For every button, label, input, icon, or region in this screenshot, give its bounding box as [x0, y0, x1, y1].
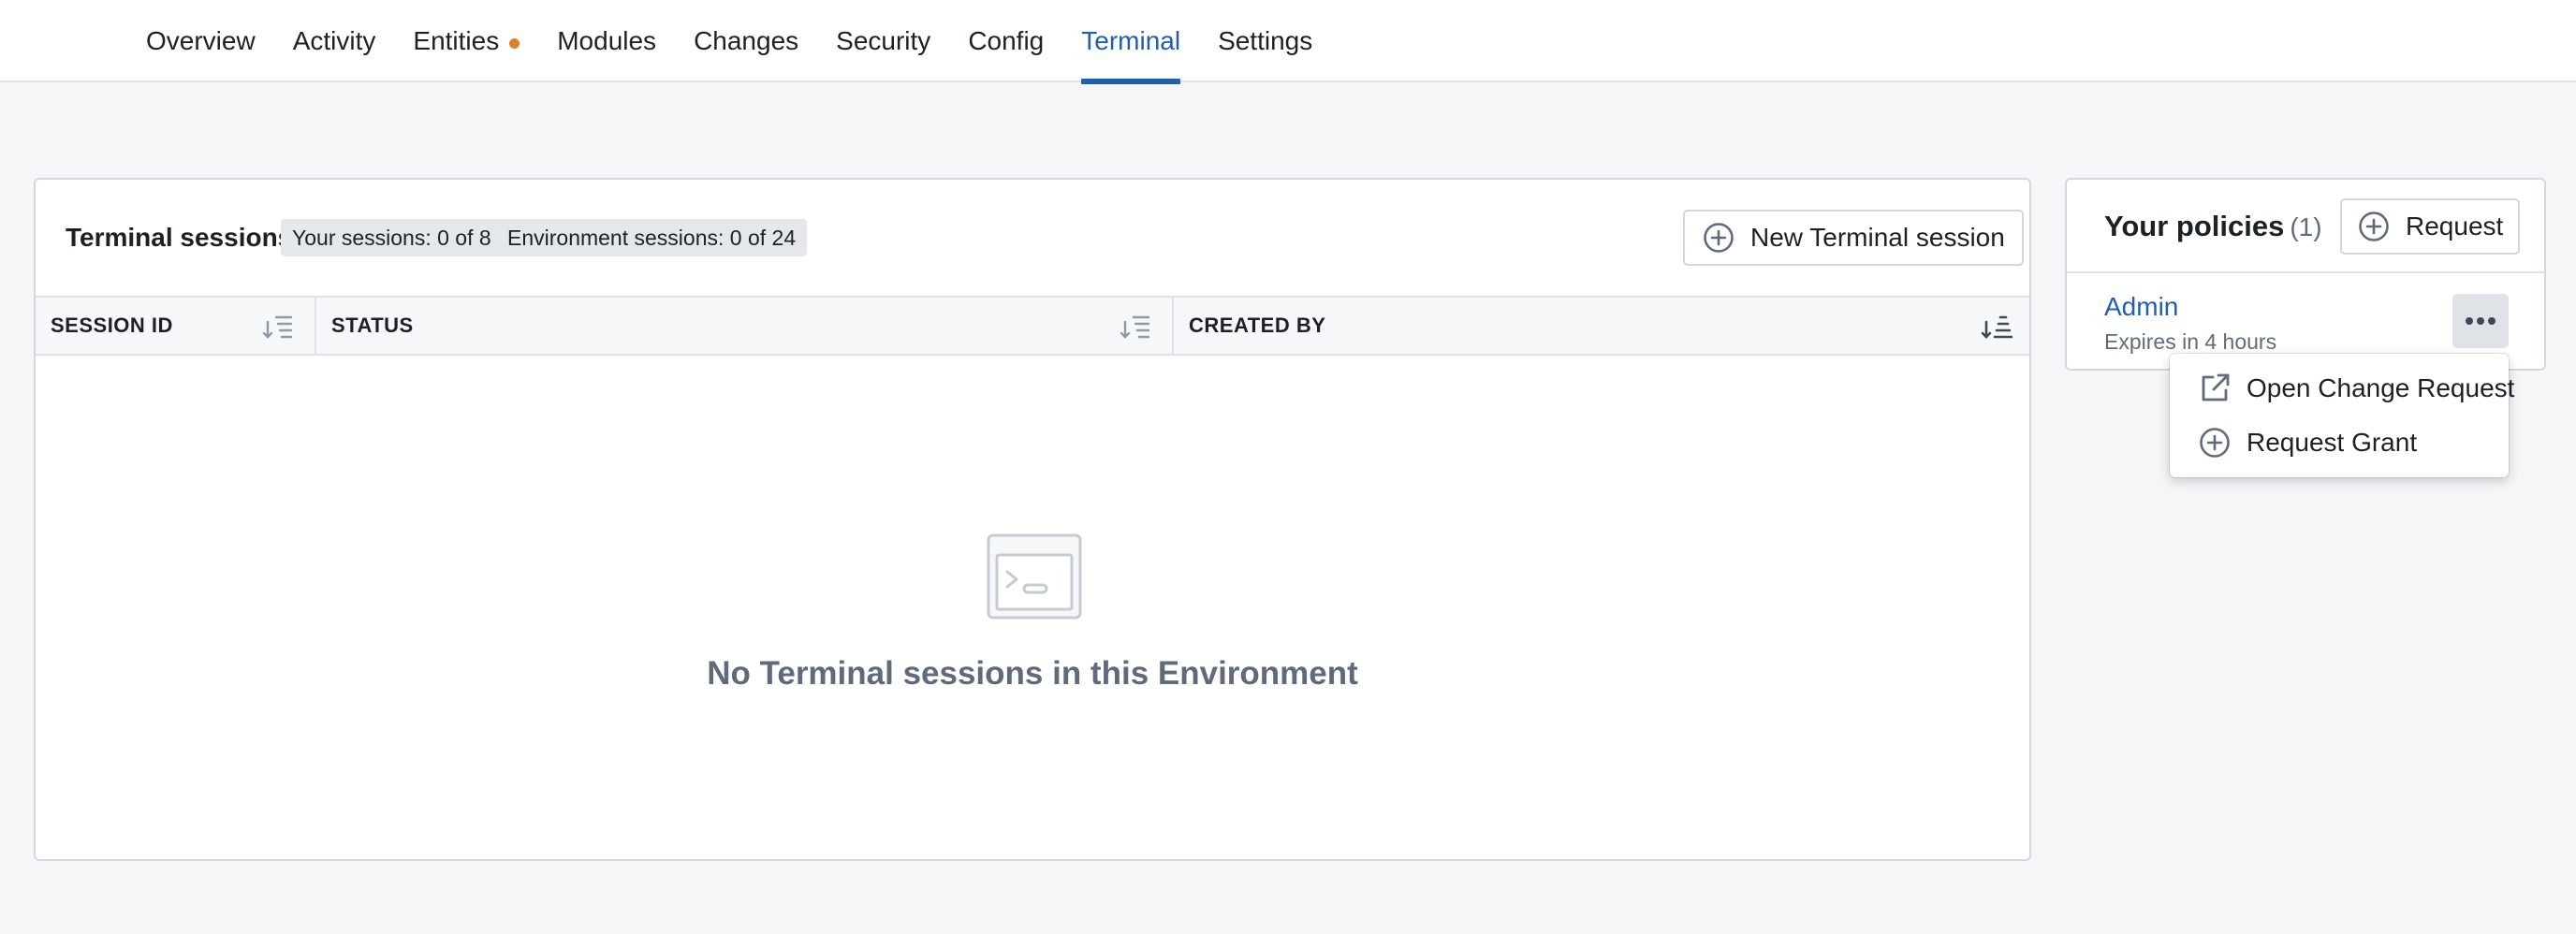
policies-title-text: Your policies [2104, 210, 2285, 242]
notification-dot [509, 37, 520, 49]
environment-sessions-tag: Environment sessions: 0 of 24 [496, 219, 808, 256]
tab-label: Settings [1218, 26, 1313, 55]
sort-ascending-icon[interactable] [1981, 313, 2012, 341]
tab-label: Terminal [1081, 26, 1181, 55]
terminal-window-icon [987, 533, 1082, 620]
sort-icon[interactable] [1120, 313, 1151, 341]
external-link-icon [2202, 373, 2230, 401]
policies-header: Your policies (1) Request [2067, 180, 2544, 273]
tab-modules[interactable]: Modules [557, 0, 656, 82]
menu-item-request-grant[interactable]: Request Grant [2179, 416, 2499, 470]
policy-name-link[interactable]: Admin [2104, 292, 2178, 322]
tab-entities[interactable]: Entities [413, 0, 520, 82]
tab-label: Config [968, 26, 1045, 55]
menu-item-open-change-request[interactable]: Open Change Request [2179, 361, 2514, 416]
terminal-sessions-panel: Terminal sessions Your sessions: 0 of 8 … [34, 178, 2031, 861]
tab-label: Changes [694, 26, 799, 55]
policies-count: (1) [2290, 212, 2322, 241]
policies-panel: Your policies (1) Request Admin Expires i… [2065, 178, 2546, 371]
more-horizontal-icon [2466, 317, 2496, 325]
column-label: SESSION ID [51, 314, 173, 337]
policy-expiry: Expires in 4 hours [2104, 329, 2277, 354]
request-button[interactable]: Request [2340, 198, 2521, 255]
menu-item-label: Open Change Request [2247, 373, 2515, 402]
top-navigation: Overview Activity Entities Modules Chang… [0, 0, 2576, 84]
tab-label: Entities [413, 26, 500, 55]
plus-circle-icon [2359, 212, 2389, 241]
plus-circle-icon [2200, 428, 2230, 458]
panel-title: Terminal sessions [66, 223, 293, 252]
tab-config[interactable]: Config [968, 0, 1044, 82]
tab-label: Activity [292, 26, 376, 55]
table-header: SESSION ID STATUS CREATED BY [36, 298, 2029, 356]
menu-item-label: Request Grant [2247, 428, 2418, 457]
column-label: STATUS [331, 314, 414, 337]
tab-security[interactable]: Security [836, 0, 930, 82]
policy-actions-menu: Open Change Request Request Grant [2170, 354, 2514, 477]
plus-circle-icon [1704, 223, 1734, 253]
column-header-session-id[interactable]: SESSION ID [36, 298, 316, 354]
tab-terminal[interactable]: Terminal [1081, 0, 1181, 84]
tab-label: Modules [557, 26, 657, 55]
empty-state-message: No Terminal sessions in this Environment [707, 655, 1358, 692]
policies-title: Your policies (1) [2104, 210, 2322, 243]
more-options-button[interactable] [2452, 294, 2509, 348]
tab-changes[interactable]: Changes [694, 0, 798, 82]
button-label: New Terminal session [1750, 223, 2005, 252]
panel-header: Terminal sessions Your sessions: 0 of 8 … [36, 180, 2029, 298]
your-sessions-tag: Your sessions: 0 of 8 [281, 219, 503, 256]
tab-label: Security [836, 26, 931, 55]
tab-label: Overview [146, 26, 256, 55]
sort-icon[interactable] [262, 313, 294, 341]
tab-overview[interactable]: Overview [146, 0, 256, 82]
column-header-status[interactable]: STATUS [316, 298, 1174, 354]
column-header-created-by[interactable]: CREATED BY [1174, 298, 2029, 354]
new-terminal-session-button[interactable]: New Terminal session [1683, 210, 2024, 266]
column-label: CREATED BY [1189, 314, 1326, 337]
button-label: Request [2406, 212, 2504, 241]
tab-activity[interactable]: Activity [293, 0, 376, 82]
tab-settings[interactable]: Settings [1218, 0, 1312, 82]
tab-bar: Overview Activity Entities Modules Chang… [146, 0, 1312, 84]
